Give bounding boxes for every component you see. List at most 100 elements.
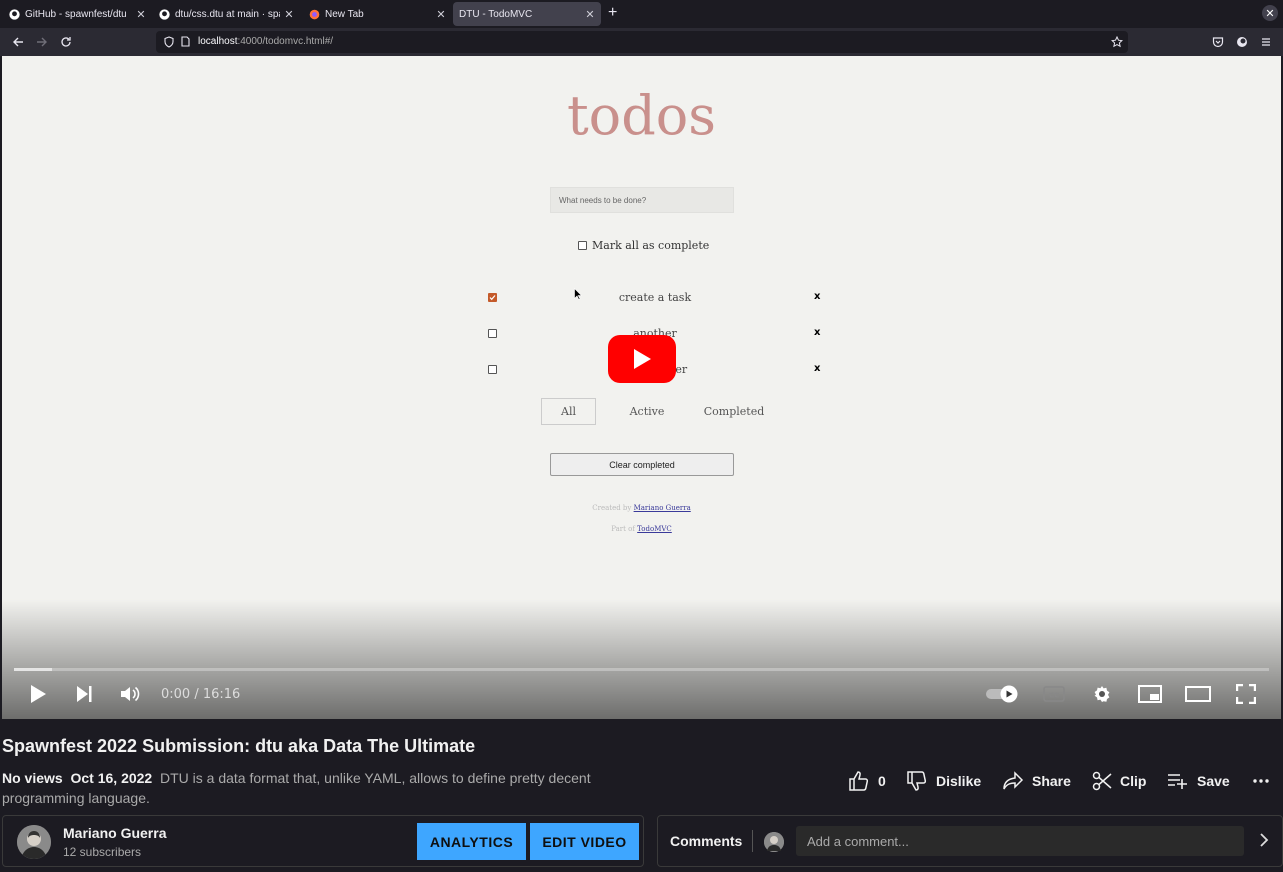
pocket-icon xyxy=(1212,37,1224,48)
large-play-button[interactable] xyxy=(608,335,676,383)
shield-icon xyxy=(164,36,174,48)
view-count: No views xyxy=(2,770,63,786)
close-icon[interactable]: ✕ xyxy=(136,8,146,21)
more-actions-button[interactable] xyxy=(1252,770,1270,792)
autoplay-toggle[interactable] xyxy=(984,682,1022,706)
skip-next-icon xyxy=(77,686,92,702)
pocket-button[interactable] xyxy=(1210,34,1226,50)
mouse-cursor-icon xyxy=(574,288,582,300)
todo-delete: x xyxy=(814,291,821,302)
divider xyxy=(752,830,753,852)
video-player[interactable]: todos What needs to be done? Mark all as… xyxy=(2,56,1281,719)
tab-github-dtu[interactable]: GitHub - spawnfest/dtu ✕ xyxy=(2,0,152,28)
extension-icon xyxy=(1237,37,1247,47)
video-description[interactable]: No views Oct 16, 2022 DTU is a data form… xyxy=(2,768,622,808)
captions-icon: CC xyxy=(1043,686,1065,702)
scissors-icon xyxy=(1092,771,1112,791)
dislike-label: Dislike xyxy=(936,773,982,789)
save-label: Save xyxy=(1197,773,1230,789)
progress-buffered xyxy=(14,668,52,671)
volume-button[interactable] xyxy=(119,682,143,706)
todo-app-title: todos xyxy=(566,84,716,147)
time-display: 0:00 / 16:16 xyxy=(161,687,241,702)
todo-checkbox xyxy=(488,329,497,338)
thumbs-up-icon xyxy=(849,771,869,791)
dislike-button[interactable]: Dislike xyxy=(906,770,981,792)
channel-name[interactable]: Mariano Guerra xyxy=(63,825,166,841)
filter-active: Active xyxy=(629,405,665,418)
todo-label: create a task xyxy=(618,291,692,304)
filter-completed: Completed xyxy=(703,405,765,418)
captions-button[interactable]: CC xyxy=(1040,682,1068,706)
mark-all-complete: Mark all as complete xyxy=(578,239,709,252)
part-of-line: Part of TodoMVC xyxy=(611,525,672,533)
mark-all-checkbox xyxy=(578,241,587,250)
next-button[interactable] xyxy=(72,682,96,706)
share-button[interactable]: Share xyxy=(1002,770,1071,792)
save-button[interactable]: Save xyxy=(1167,770,1230,792)
analytics-button[interactable]: ANALYTICS xyxy=(417,823,526,860)
todo-delete: x xyxy=(814,363,821,374)
todo-delete: x xyxy=(814,327,821,338)
theater-mode-icon xyxy=(1185,686,1211,702)
new-tab-button[interactable]: + xyxy=(608,5,617,21)
tab-label: dtu/css.dtu at main · spawnfest xyxy=(175,8,280,20)
fullscreen-icon xyxy=(1236,684,1256,704)
subscriber-count: 12 subscribers xyxy=(63,845,142,859)
tab-dtu-todomvc[interactable]: DTU - TodoMVC ✕ xyxy=(453,2,601,26)
like-count: 0 xyxy=(878,773,886,789)
miniplayer-button[interactable] xyxy=(1136,682,1164,706)
upload-date: Oct 16, 2022 xyxy=(70,770,153,786)
clear-completed-button: Clear completed xyxy=(550,453,734,476)
todo-checkbox xyxy=(488,365,497,374)
arrow-left-icon xyxy=(13,37,23,47)
clip-label: Clip xyxy=(1120,773,1147,789)
thumbs-down-icon xyxy=(907,771,927,791)
share-icon xyxy=(1003,771,1024,790)
progress-bar[interactable] xyxy=(14,668,1269,671)
play-button[interactable] xyxy=(26,682,50,706)
close-icon[interactable]: ✕ xyxy=(284,8,294,21)
reload-icon xyxy=(61,37,71,47)
more-horizontal-icon xyxy=(1253,779,1269,783)
address-bar[interactable]: localhost:4000/todomvc.html#/ xyxy=(156,31,1128,53)
todo-checkbox xyxy=(488,293,497,302)
menu-button[interactable] xyxy=(1258,34,1274,50)
tab-label: DTU - TodoMVC xyxy=(459,8,533,20)
add-comment-input[interactable]: Add a comment... xyxy=(796,826,1244,856)
back-button[interactable] xyxy=(10,34,26,50)
like-button[interactable]: 0 xyxy=(848,770,886,792)
edit-video-button[interactable]: EDIT VIDEO xyxy=(530,823,639,860)
tab-label: New Tab xyxy=(325,8,364,20)
miniplayer-icon xyxy=(1138,685,1162,703)
video-title: Spawnfest 2022 Submission: dtu aka Data … xyxy=(2,736,476,756)
avatar[interactable] xyxy=(17,825,51,859)
play-icon xyxy=(31,685,46,703)
filter-all: All xyxy=(541,398,596,425)
url-text[interactable]: localhost:4000/todomvc.html#/ xyxy=(198,36,333,47)
chevron-right-icon[interactable] xyxy=(1259,832,1269,853)
volume-icon xyxy=(121,686,140,702)
firefox-icon xyxy=(308,8,320,20)
window-close-button[interactable]: ✕ xyxy=(1262,5,1278,21)
browser-nav-bar: localhost:4000/todomvc.html#/ xyxy=(0,28,1283,56)
new-todo-input: What needs to be done? xyxy=(550,187,734,213)
tab-new-tab[interactable]: New Tab ✕ xyxy=(302,0,452,28)
browser-tab-bar: GitHub - spawnfest/dtu ✕ dtu/css.dtu at … xyxy=(0,0,1283,28)
gear-icon xyxy=(1094,686,1110,702)
close-icon[interactable]: ✕ xyxy=(585,8,595,21)
share-label: Share xyxy=(1032,773,1071,789)
close-icon[interactable]: ✕ xyxy=(436,8,446,21)
comments-box: Comments Add a comment... xyxy=(657,815,1283,867)
forward-button[interactable] xyxy=(34,34,50,50)
clip-button[interactable]: Clip xyxy=(1092,770,1146,792)
fullscreen-button[interactable] xyxy=(1232,682,1260,706)
comments-label: Comments xyxy=(670,833,743,849)
theater-mode-button[interactable] xyxy=(1184,682,1212,706)
page-icon xyxy=(181,36,190,47)
tab-label: GitHub - spawnfest/dtu xyxy=(25,8,127,20)
settings-button[interactable] xyxy=(1088,682,1116,706)
reload-button[interactable] xyxy=(58,34,74,50)
tab-github-css[interactable]: dtu/css.dtu at main · spawnfest ✕ xyxy=(152,0,300,28)
extension-button[interactable] xyxy=(1234,34,1250,50)
